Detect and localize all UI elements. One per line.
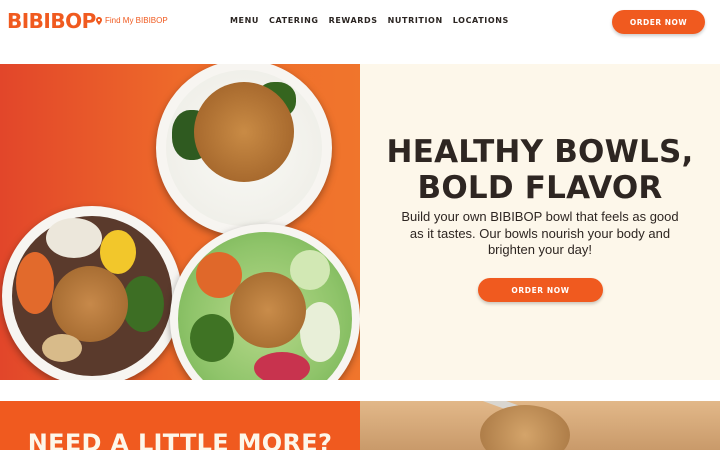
nav-item-catering[interactable]: CATERING (269, 16, 319, 25)
site-header: BIBIBOP Find My BIBIBOP MENU CATERING RE… (0, 0, 720, 44)
salad-bowl (170, 224, 360, 380)
hero-headline: HEALTHY BOWLS, BOLD FLAVOR (360, 134, 720, 206)
headline-line-2: BOLD FLAVOR (417, 170, 663, 206)
nav-item-nutrition[interactable]: NUTRITION (388, 16, 443, 25)
page: BIBIBOP Find My BIBIBOP MENU CATERING RE… (0, 0, 720, 450)
hero-bowls-image (0, 64, 360, 380)
header-order-now-button[interactable]: ORDER NOW (612, 10, 705, 34)
map-pin-icon (96, 16, 102, 25)
find-link-label: Find My BIBIBOP (105, 16, 168, 25)
promo-left-panel: NEED A LITTLE MORE? (0, 401, 360, 450)
headline-line-1: HEALTHY BOWLS, (386, 134, 694, 170)
rice-chicken-bowl (156, 64, 332, 236)
promo-food-image (360, 401, 720, 450)
mixed-veggie-bowl (2, 206, 182, 380)
find-location-link[interactable]: Find My BIBIBOP (96, 16, 168, 25)
hero-section: HEALTHY BOWLS, BOLD FLAVOR Build your ow… (0, 64, 720, 380)
main-nav: MENU CATERING REWARDS NUTRITION LOCATION… (230, 16, 509, 25)
nav-item-rewards[interactable]: REWARDS (329, 16, 378, 25)
promo-heading: NEED A LITTLE MORE? (27, 429, 333, 450)
hero-order-now-button[interactable]: ORDER NOW (478, 278, 603, 302)
hero-text-panel: HEALTHY BOWLS, BOLD FLAVOR Build your ow… (360, 64, 720, 380)
nav-item-menu[interactable]: MENU (230, 16, 259, 25)
nav-item-locations[interactable]: LOCATIONS (453, 16, 509, 25)
logo[interactable]: BIBIBOP (7, 9, 96, 33)
promo-section: NEED A LITTLE MORE? (0, 401, 720, 450)
hero-subtext: Build your own BIBIBOP bowl that feels a… (401, 209, 679, 257)
